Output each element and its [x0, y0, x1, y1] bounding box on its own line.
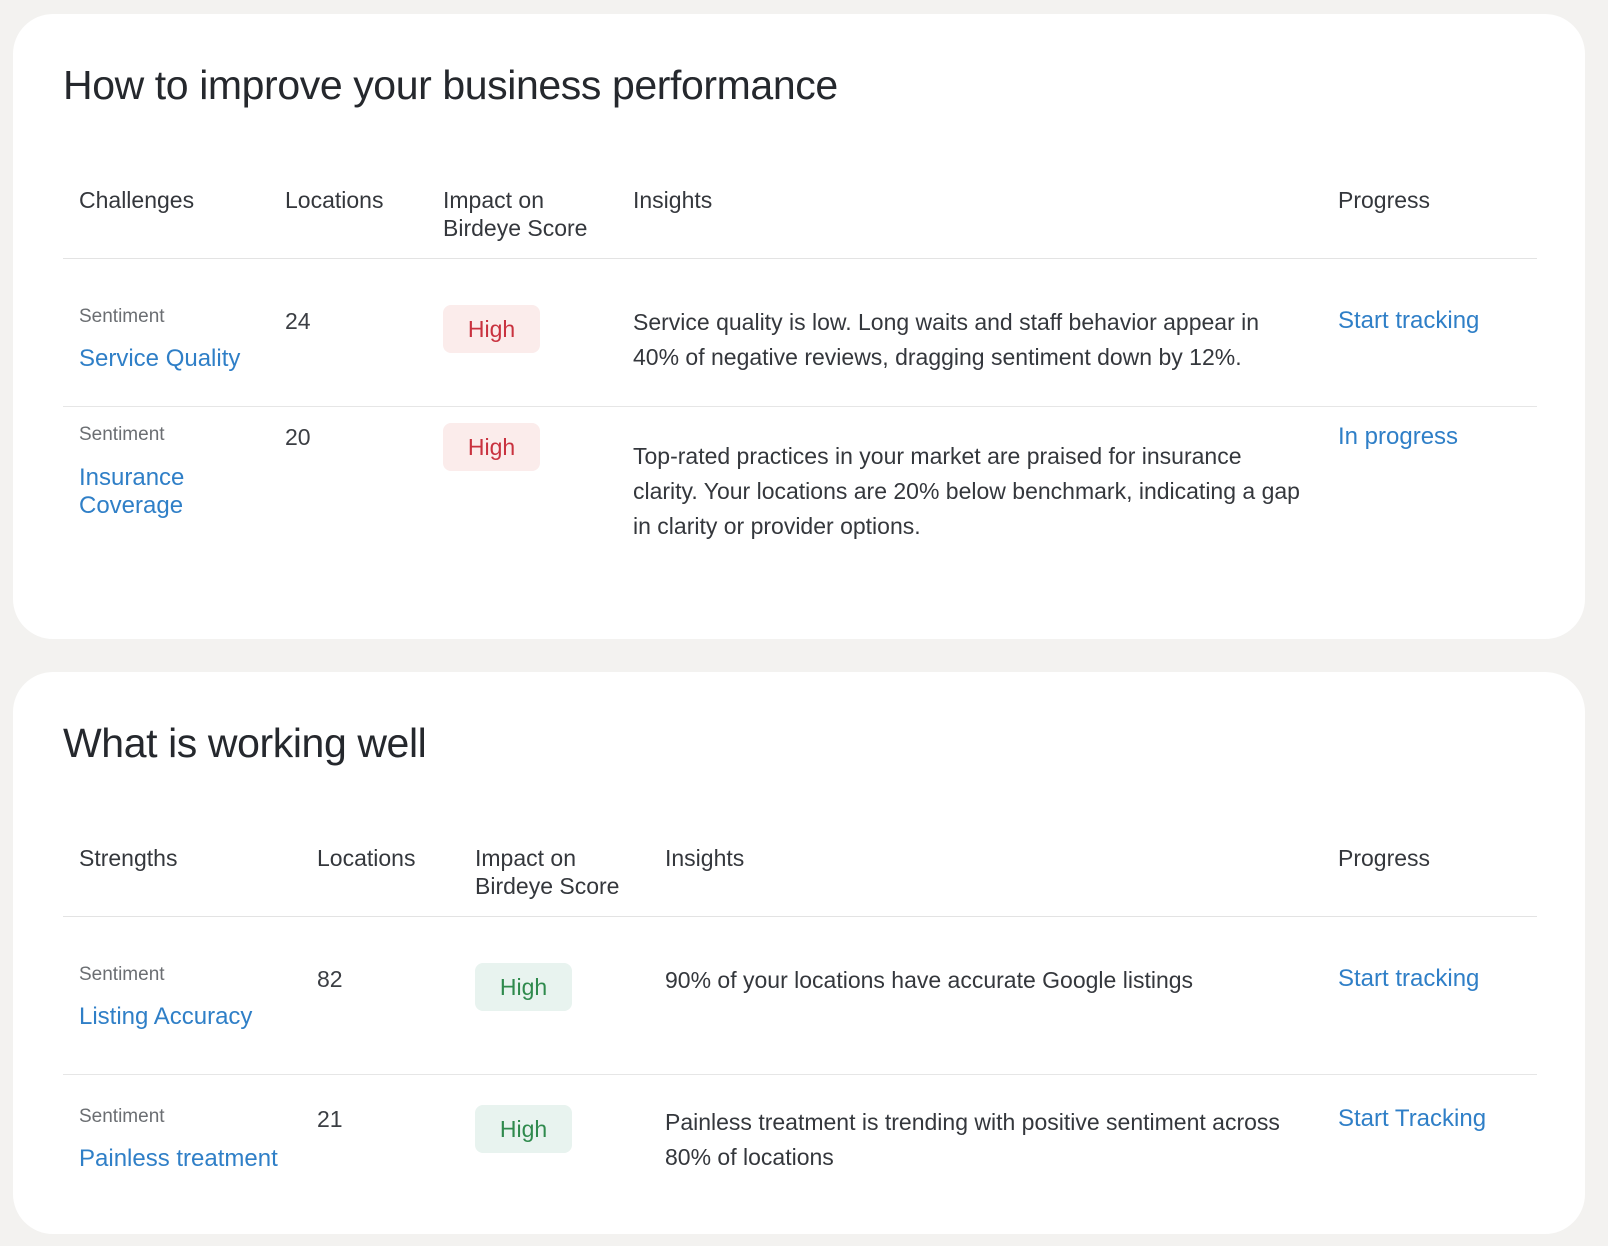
start-tracking-link[interactable]: Start Tracking [1338, 1105, 1486, 1132]
insight-text: Top-rated practices in your market are p… [633, 443, 1300, 539]
metric-link-service-quality[interactable]: Service Quality [79, 345, 253, 373]
table-row: Sentiment Painless treatment 21 High Pai… [63, 1075, 1537, 1176]
metric-link-painless-treatment[interactable]: Painless treatment [79, 1145, 285, 1173]
table-row: Sentiment Service Quality 24 High Servic… [63, 258, 1537, 407]
category-label: Sentiment [79, 424, 165, 445]
start-tracking-link[interactable]: Start tracking [1338, 307, 1479, 334]
metric-link-insurance-coverage[interactable]: Insurance Coverage [79, 464, 253, 520]
working-well-card: What is working well Strengths Locations… [13, 672, 1585, 1234]
header-challenges: Challenges [63, 174, 269, 259]
table-header-row: Challenges Locations Impact on Birdeye S… [63, 174, 1537, 259]
impact-badge: High [475, 963, 572, 1011]
category-label: Sentiment [79, 1106, 165, 1127]
locations-count: 24 [285, 308, 311, 334]
locations-count: 20 [285, 424, 311, 450]
impact-badge: High [475, 1105, 572, 1153]
table-header-row: Strengths Locations Impact on Birdeye Sc… [63, 832, 1537, 917]
insight-text: 90% of your locations have accurate Goog… [665, 967, 1194, 993]
header-strengths: Strengths [63, 832, 301, 917]
header-insights: Insights [649, 832, 1322, 917]
table-row: Sentiment Insurance Coverage 20 High Top… [63, 407, 1537, 545]
insight-text: Painless treatment is trending with posi… [665, 1109, 1280, 1170]
improve-performance-card: How to improve your business performance… [13, 14, 1585, 639]
working-card-title: What is working well [63, 720, 427, 766]
locations-count: 82 [317, 966, 343, 992]
improve-card-title: How to improve your business performance [63, 62, 838, 108]
locations-count: 21 [317, 1106, 343, 1132]
impact-badge: High [443, 305, 540, 353]
header-locations: Locations [301, 832, 459, 917]
header-locations: Locations [269, 174, 427, 259]
header-progress: Progress [1322, 832, 1537, 917]
insight-text: Service quality is low. Long waits and s… [633, 309, 1260, 370]
impact-badge: High [443, 423, 540, 471]
header-progress: Progress [1322, 174, 1537, 259]
in-progress-link[interactable]: In progress [1338, 423, 1458, 450]
header-impact: Impact on Birdeye Score [459, 832, 649, 917]
metric-link-listing-accuracy[interactable]: Listing Accuracy [79, 1003, 285, 1031]
category-label: Sentiment [79, 964, 165, 985]
table-row: Sentiment Listing Accuracy 82 High 90% o… [63, 916, 1537, 1075]
start-tracking-link[interactable]: Start tracking [1338, 965, 1479, 992]
category-label: Sentiment [79, 306, 165, 327]
challenges-table: Challenges Locations Impact on Birdeye S… [63, 174, 1537, 544]
header-insights: Insights [617, 174, 1322, 259]
header-impact: Impact on Birdeye Score [427, 174, 617, 259]
strengths-table: Strengths Locations Impact on Birdeye Sc… [63, 832, 1537, 1175]
